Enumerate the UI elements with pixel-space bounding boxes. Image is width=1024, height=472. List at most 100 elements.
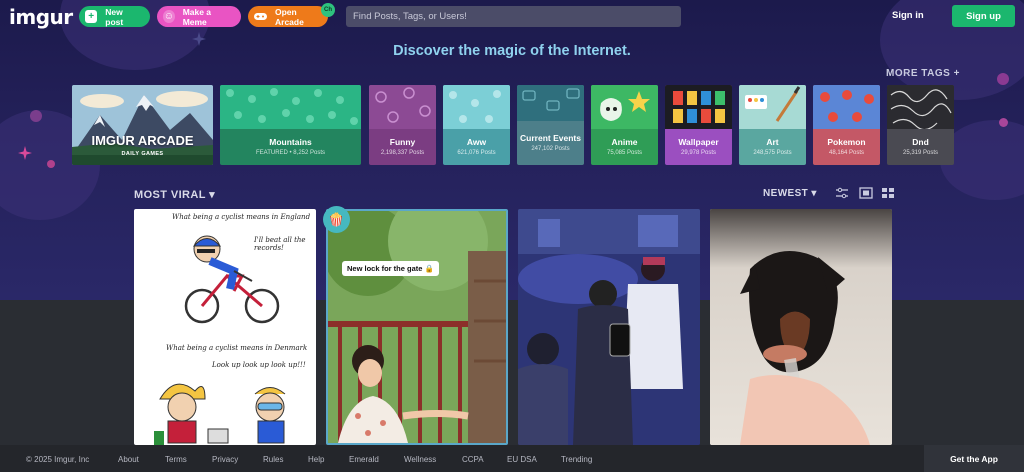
new-post-label: New post — [105, 6, 124, 27]
post-card[interactable]: New lock for the gate 🔒 — [326, 209, 508, 445]
footer-link-privacy[interactable]: Privacy — [212, 455, 238, 464]
most-viral-dropdown[interactable]: MOST VIRAL ▾ — [134, 188, 215, 201]
tag-pattern-art — [517, 85, 584, 121]
chevron-down-icon: ▾ — [811, 188, 817, 199]
tag-tile-anime[interactable]: Anime 75,085 Posts — [591, 85, 658, 165]
imgur-logo[interactable]: imgur — [9, 5, 73, 29]
newest-label: NEWEST — [763, 188, 809, 199]
sign-in-link[interactable]: Sign in — [892, 10, 924, 21]
tag-name: Wallpaper — [678, 137, 719, 148]
imgur-arcade-tile[interactable]: IMGUR ARCADE DAILY GAMES — [72, 85, 213, 165]
decorative-dot — [999, 118, 1008, 127]
arcade-badge: Ch — [321, 3, 335, 17]
comic-speech-bubble: Look up look up look up!!! — [212, 361, 306, 369]
footer-link-eu-dsa[interactable]: EU DSA — [507, 455, 537, 464]
tag-post-count: 29,978 Posts — [680, 149, 717, 156]
gamepad-icon — [254, 10, 267, 23]
post-card[interactable]: What being a cyclist means in England I'… — [134, 209, 316, 445]
tag-name: Aww — [466, 137, 487, 148]
tag-post-count: FEATURED • 8,252 Posts — [255, 149, 325, 156]
cyclist-illustration — [184, 235, 280, 324]
popcorn-badge-icon: 🍿 — [323, 206, 350, 233]
newest-sort-dropdown[interactable]: NEWEST ▾ — [763, 188, 817, 199]
footer-link-wellness[interactable]: Wellness — [404, 455, 436, 464]
tag-caption: Dnd 25,319 Posts — [887, 129, 954, 165]
single-column-view-icon[interactable] — [859, 187, 873, 199]
grid-view-icon[interactable] — [881, 187, 895, 199]
top-navigation-bar: imgur + New post ☺ Make a Meme Open Arca… — [0, 0, 1024, 34]
post-overlay-caption: New lock for the gate 🔒 — [342, 261, 439, 276]
tag-name: Funny — [389, 137, 416, 148]
get-the-app-button[interactable]: Get the App — [924, 445, 1024, 472]
tag-caption: Current Events 247,102 Posts — [517, 121, 584, 165]
tag-pattern-art — [220, 85, 361, 129]
tag-pattern-art — [443, 85, 510, 129]
tag-pattern-art — [369, 85, 436, 129]
tag-post-count: 48,164 Posts — [828, 149, 865, 156]
more-tags-link[interactable]: MORE TAGS + — [886, 68, 960, 79]
tag-post-count: 621,076 Posts — [457, 149, 496, 156]
cyclists-illustration — [154, 383, 286, 445]
arcade-tile-title: IMGUR ARCADE — [91, 133, 194, 148]
tag-name: Dnd — [912, 137, 929, 148]
tag-caption: Anime 75,085 Posts — [591, 129, 658, 165]
plus-icon: + — [85, 10, 98, 23]
tag-caption: Wallpaper 29,978 Posts — [665, 129, 732, 165]
footer-link-trending[interactable]: Trending — [561, 455, 592, 464]
tag-post-count: 25,319 Posts — [902, 149, 939, 156]
tag-tile-wallpaper[interactable]: Wallpaper 29,978 Posts — [665, 85, 732, 165]
comic-caption: What being a cyclist means in England — [172, 213, 311, 221]
tag-caption: Art 248,575 Posts — [739, 129, 806, 165]
footer-copyright: © 2025 Imgur, Inc — [26, 455, 90, 464]
footer-link-rules[interactable]: Rules — [263, 455, 283, 464]
sparkle-icon — [18, 146, 32, 160]
make-a-meme-label: Make a Meme — [182, 6, 212, 27]
tag-post-count: 2,198,337 Posts — [380, 149, 425, 156]
footer-link-ccpa[interactable]: CCPA — [462, 455, 484, 464]
new-post-button[interactable]: + New post — [79, 6, 150, 27]
make-a-meme-button[interactable]: ☺ Make a Meme — [157, 6, 241, 27]
post-card[interactable] — [518, 209, 700, 445]
tag-tile-aww[interactable]: Aww 621,076 Posts — [443, 85, 510, 165]
decorative-dot — [30, 110, 42, 122]
tag-name: Current Events — [520, 133, 581, 144]
tag-pattern-art — [813, 85, 880, 129]
tag-post-count: 247,102 Posts — [531, 145, 570, 152]
footer-link-help[interactable]: Help — [308, 455, 324, 464]
decorative-dot — [47, 160, 55, 168]
chevron-down-icon: ▾ — [209, 189, 216, 201]
post-photo — [518, 209, 700, 445]
arcade-tile-subtitle: DAILY GAMES — [121, 151, 164, 157]
tag-name: Anime — [611, 137, 638, 148]
footer-link-about[interactable]: About — [118, 455, 139, 464]
comic-caption: What being a cyclist means in Denmark — [166, 344, 308, 352]
tag-caption: Mountains FEATURED • 8,252 Posts — [220, 129, 361, 165]
tag-caption: Aww 621,076 Posts — [443, 129, 510, 165]
post-photo — [710, 209, 892, 445]
tag-post-count: 248,575 Posts — [753, 149, 792, 156]
footer-link-emerald[interactable]: Emerald — [349, 455, 379, 464]
open-arcade-label: Open Arcade — [275, 6, 304, 27]
tag-pattern-art — [887, 85, 954, 129]
search-input[interactable] — [346, 6, 681, 27]
tag-post-count: 75,085 Posts — [606, 149, 643, 156]
tag-pattern-art — [591, 85, 658, 129]
tag-tile-mountains[interactable]: Mountains FEATURED • 8,252 Posts — [220, 85, 361, 165]
tag-tile-current-events[interactable]: Current Events 247,102 Posts — [517, 85, 584, 165]
tagline: Discover the magic of the Internet. — [393, 43, 631, 59]
tag-pattern-art — [665, 85, 732, 129]
site-footer: © 2025 Imgur, Inc About Terms Privacy Ru… — [0, 445, 1024, 472]
tag-tile-art[interactable]: Art 248,575 Posts — [739, 85, 806, 165]
tag-tile-pokemon[interactable]: Pokemon 48,164 Posts — [813, 85, 880, 165]
footer-link-terms[interactable]: Terms — [165, 455, 187, 464]
post-card[interactable] — [710, 209, 892, 445]
tag-caption: Pokemon 48,164 Posts — [813, 129, 880, 165]
tag-tile-funny[interactable]: Funny 2,198,337 Posts — [369, 85, 436, 165]
tag-tile-dnd[interactable]: Dnd 25,319 Posts — [887, 85, 954, 165]
decorative-dot — [997, 73, 1009, 85]
tag-name: Art — [766, 137, 779, 148]
open-arcade-button[interactable]: Open Arcade — [248, 6, 328, 27]
post-photo — [328, 211, 506, 443]
filter-sliders-icon[interactable] — [835, 187, 849, 199]
sign-up-button[interactable]: Sign up — [952, 5, 1015, 27]
